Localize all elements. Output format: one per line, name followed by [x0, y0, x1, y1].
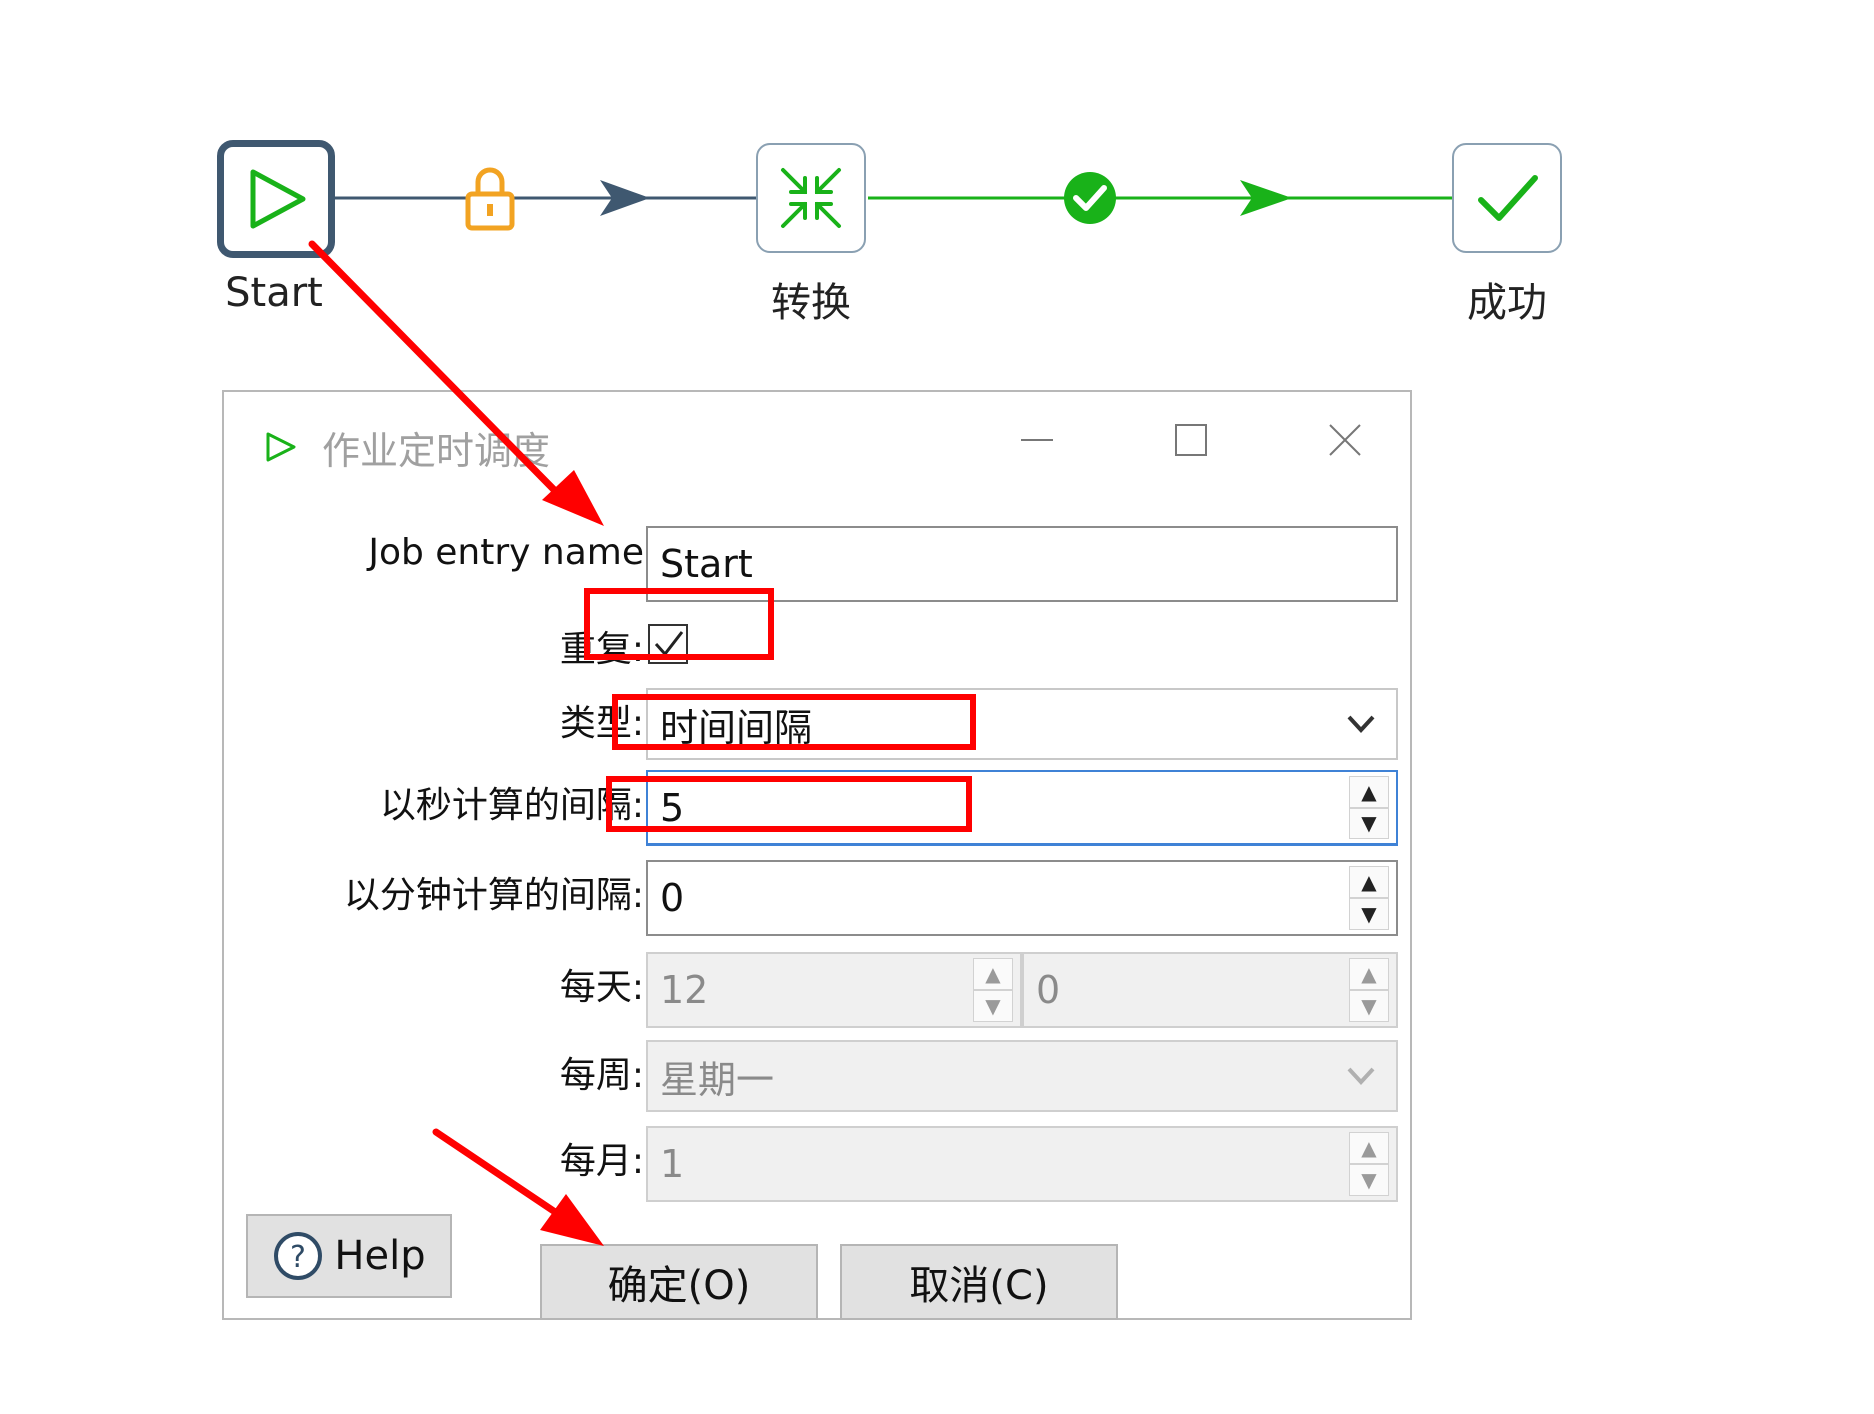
- spin-down-icon[interactable]: ▼: [1349, 1164, 1389, 1196]
- start-node[interactable]: [217, 140, 335, 258]
- interval-minutes-label: 以分钟计算的间隔:: [343, 875, 644, 916]
- spin-down-icon[interactable]: ▼: [1349, 990, 1389, 1022]
- chevron-down-icon: [1334, 690, 1388, 758]
- transformation-node-label: 转换: [771, 280, 851, 326]
- lock-icon: [465, 167, 515, 231]
- spin-down-icon[interactable]: ▼: [1349, 898, 1389, 930]
- minimize-icon: [1021, 439, 1053, 441]
- interval-minutes-input[interactable]: 0 ▲ ▼: [646, 860, 1398, 936]
- chevron-down-icon: [1334, 1042, 1388, 1110]
- transformation-icon: [781, 168, 841, 228]
- ok-button[interactable]: 确定(O): [540, 1244, 818, 1320]
- help-icon: ?: [274, 1232, 323, 1280]
- interval-minutes-spinner: ▲ ▼: [1346, 866, 1392, 930]
- close-icon: [1329, 424, 1361, 456]
- highlight-type: [612, 694, 976, 750]
- close-button[interactable]: [1310, 410, 1380, 470]
- spin-up-icon[interactable]: ▲: [973, 958, 1013, 990]
- start-play-icon: [250, 169, 306, 229]
- monthly-value: 1: [660, 1142, 685, 1186]
- monthly-spinner: ▲ ▼: [1346, 1132, 1392, 1196]
- maximize-button[interactable]: [1156, 410, 1226, 470]
- svg-text:?: ?: [290, 1240, 306, 1275]
- spin-up-icon[interactable]: ▲: [1349, 1132, 1389, 1164]
- highlight-interval-seconds: [606, 776, 972, 832]
- success-node-label: 成功: [1467, 280, 1547, 326]
- job-entry-name-value: Start: [660, 542, 753, 586]
- schedule-dialog: 作业定时调度 Job entry name Start 重复: 类型: 时间间隔…: [222, 390, 1412, 1320]
- daily-hour-input[interactable]: 12 ▲ ▼: [646, 952, 1022, 1028]
- daily-minute-value: 0: [1036, 968, 1061, 1012]
- job-entry-name-label: Job entry name: [368, 532, 644, 573]
- help-button[interactable]: ? Help: [246, 1214, 452, 1298]
- cancel-button[interactable]: 取消(C): [840, 1244, 1118, 1320]
- dialog-title: 作业定时调度: [322, 429, 551, 473]
- success-check-icon: [1478, 175, 1538, 221]
- daily-label: 每天:: [559, 967, 644, 1008]
- start-node-label: Start: [225, 270, 323, 316]
- ok-button-label: 确定(O): [607, 1263, 751, 1309]
- spin-up-icon[interactable]: ▲: [1349, 776, 1389, 808]
- weekly-select[interactable]: 星期一: [646, 1040, 1398, 1112]
- daily-minute-spinner: ▲ ▼: [1346, 958, 1392, 1022]
- spin-up-icon[interactable]: ▲: [1349, 958, 1389, 990]
- daily-hour-spinner: ▲ ▼: [970, 958, 1016, 1022]
- maximize-icon: [1175, 424, 1207, 456]
- spin-up-icon[interactable]: ▲: [1349, 866, 1389, 898]
- daily-minute-input[interactable]: 0 ▲ ▼: [1022, 952, 1398, 1028]
- interval-seconds-spinner: ▲ ▼: [1346, 776, 1392, 839]
- daily-hour-value: 12: [660, 968, 709, 1012]
- monthly-label: 每月:: [559, 1141, 644, 1182]
- interval-seconds-label: 以秒计算的间隔:: [379, 785, 644, 826]
- play-outline-icon: [266, 432, 296, 462]
- weekly-value: 星期一: [660, 1057, 775, 1102]
- spin-down-icon[interactable]: ▼: [1349, 807, 1389, 839]
- monthly-input[interactable]: 1 ▲ ▼: [646, 1126, 1398, 1202]
- help-button-label: Help: [334, 1233, 426, 1279]
- interval-minutes-value: 0: [660, 876, 685, 920]
- success-node[interactable]: [1452, 143, 1562, 253]
- minimize-button[interactable]: [1002, 410, 1072, 470]
- cancel-button-label: 取消(C): [909, 1263, 1049, 1309]
- spin-down-icon[interactable]: ▼: [973, 990, 1013, 1022]
- highlight-repeat: [584, 588, 774, 660]
- transformation-node[interactable]: [756, 143, 866, 253]
- weekly-label: 每周:: [559, 1055, 644, 1096]
- success-circle-icon: [1064, 172, 1116, 224]
